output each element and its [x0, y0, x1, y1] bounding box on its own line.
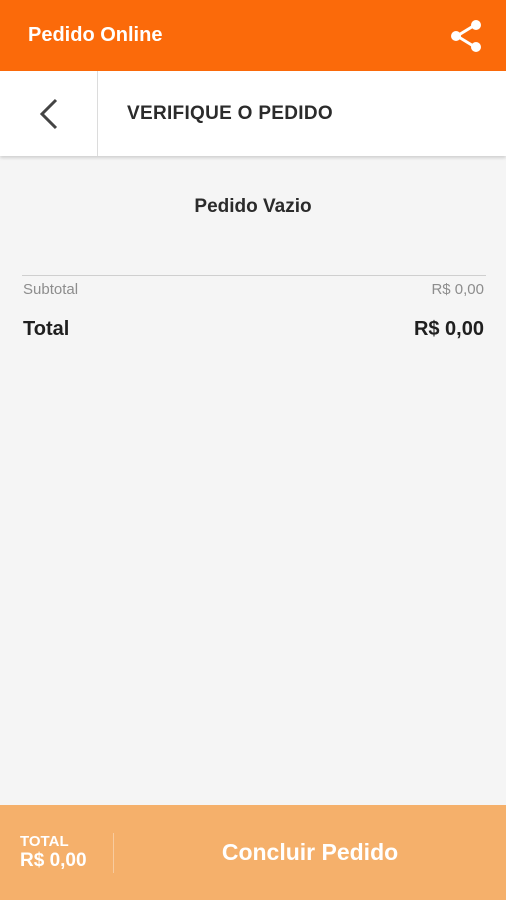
total-value: R$ 0,00 [413, 318, 484, 340]
total-row: Total R$ 0,00 [23, 318, 484, 341]
empty-order-message: Pedido Vazio [194, 196, 312, 217]
footer-total-label: TOTAL [20, 833, 69, 850]
app-title: Pedido Online [28, 24, 163, 46]
back-button[interactable] [0, 71, 98, 156]
subheader: VERIFIQUE O PEDIDO [0, 71, 506, 156]
footer-total-value: R$ 0,00 [20, 850, 87, 871]
footer-total: TOTAL R$ 0,00 [0, 832, 114, 873]
total-label: Total [23, 318, 70, 340]
page-title: VERIFIQUE O PEDIDO [127, 102, 333, 124]
subtotal-value: R$ 0,00 [431, 281, 484, 298]
subtotal-label: Subtotal [23, 281, 79, 298]
chevron-left-icon [39, 98, 57, 129]
checkout-button[interactable]: Concluir Pedido [114, 805, 506, 900]
divider [22, 275, 486, 276]
footer-bar: TOTAL R$ 0,00 Concluir Pedido [0, 805, 506, 900]
share-button[interactable] [448, 18, 484, 54]
app-bar: Pedido Online [0, 0, 506, 71]
share-icon [451, 19, 481, 52]
subtotal-row: Subtotal R$ 0,00 [23, 281, 484, 298]
